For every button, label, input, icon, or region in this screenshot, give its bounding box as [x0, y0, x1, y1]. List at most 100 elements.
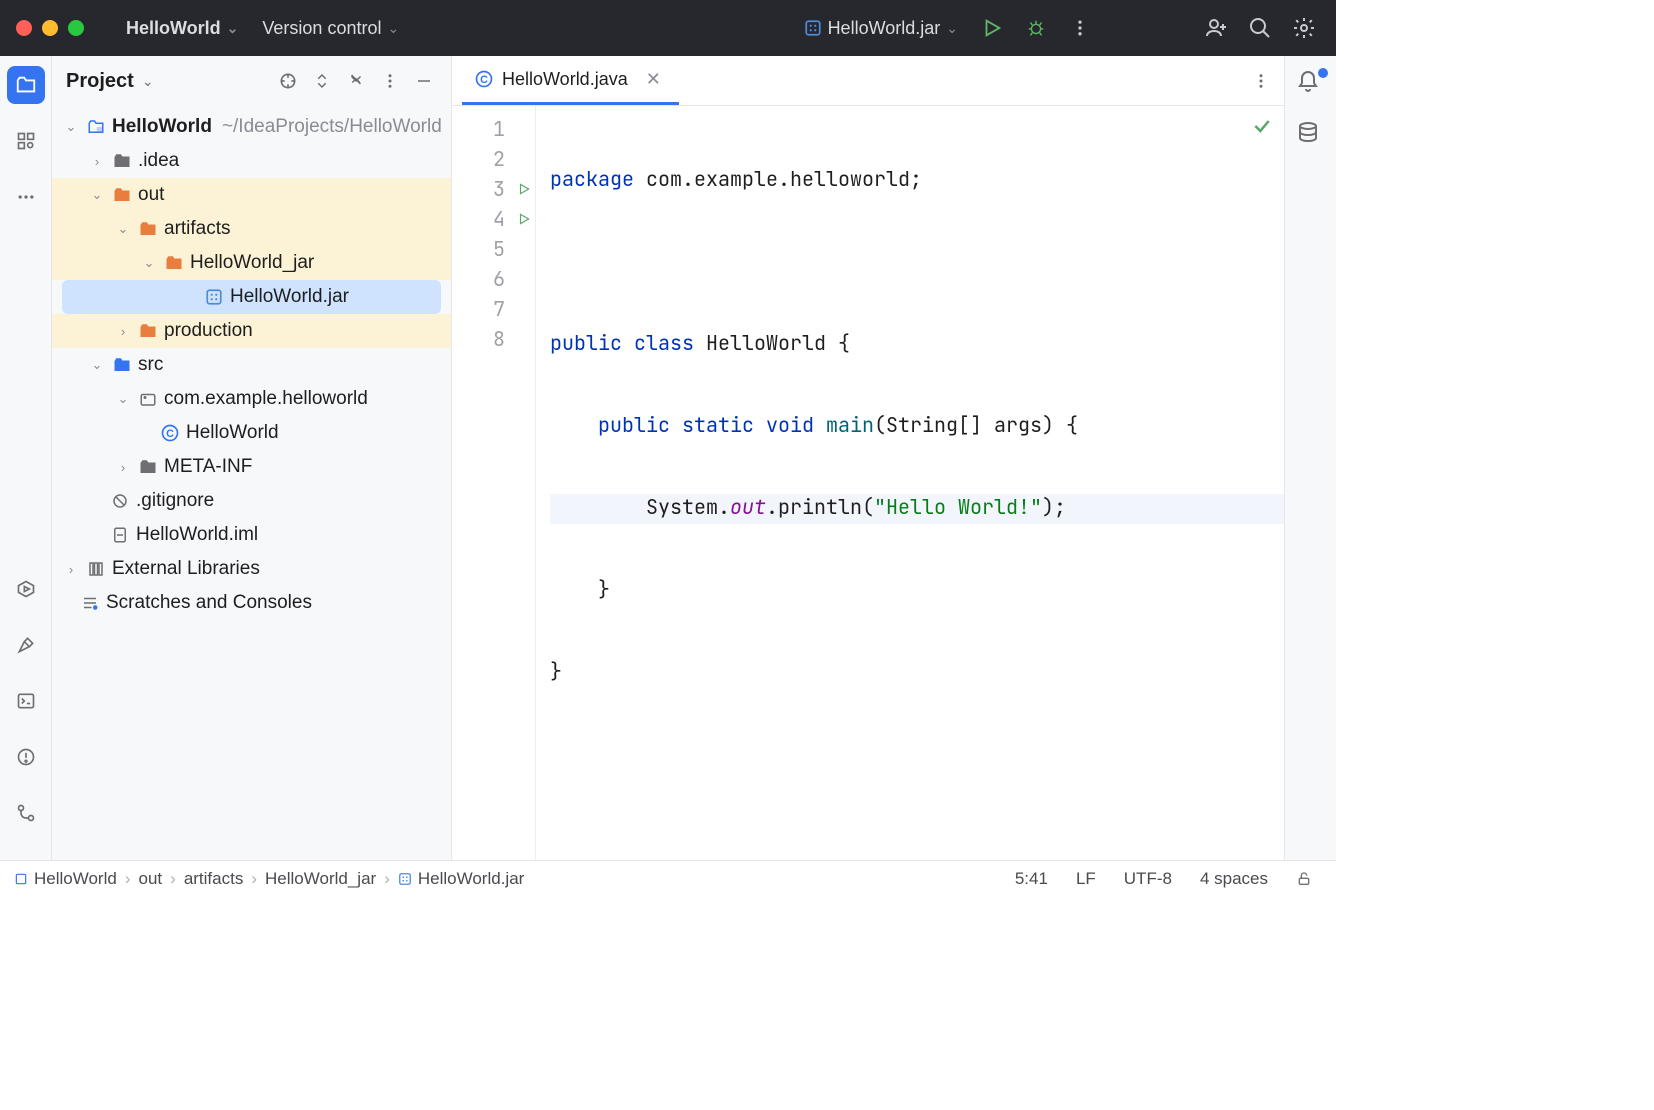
- close-tab-button[interactable]: ✕: [640, 69, 667, 90]
- select-opened-file-button[interactable]: [275, 68, 301, 94]
- tree-iml[interactable]: HelloWorld.iml: [52, 518, 451, 552]
- breadcrumb-separator: ›: [384, 869, 390, 889]
- chevron-down-icon[interactable]: ⌄: [142, 73, 154, 90]
- cursor-position[interactable]: 5:41: [1005, 869, 1058, 889]
- breadcrumb-item[interactable]: artifacts: [184, 869, 244, 889]
- breadcrumb-item[interactable]: out: [139, 869, 163, 889]
- folder-icon: [112, 151, 132, 171]
- crumb-label: out: [139, 869, 163, 889]
- line-number: 6: [452, 264, 535, 294]
- expand-icon: ›: [114, 460, 132, 475]
- tree-label: production: [164, 320, 253, 342]
- folder-icon: [138, 219, 158, 239]
- debug-button[interactable]: [1020, 12, 1052, 44]
- tab-helloworld-java[interactable]: C HelloWorld.java ✕: [462, 56, 679, 105]
- file-icon: [110, 525, 130, 545]
- titlebar: HelloWorld ⌄ Version control ⌄ HelloWorl…: [0, 0, 1336, 56]
- line-number: 8: [452, 324, 535, 354]
- tree-root[interactable]: ⌄ HelloWorld ~/IdeaProjects/HelloWorld: [52, 110, 451, 144]
- terminal-tool-button[interactable]: [7, 682, 45, 720]
- indent-setting[interactable]: 4 spaces: [1190, 869, 1278, 889]
- run-button[interactable]: [976, 12, 1008, 44]
- breadcrumb-item[interactable]: HelloWorld_jar: [265, 869, 376, 889]
- editor-tabs: C HelloWorld.java ✕: [452, 56, 1284, 106]
- sidebar-title: Project: [66, 70, 134, 93]
- code-body[interactable]: package com.example.helloworld; public c…: [536, 106, 1284, 860]
- expand-icon: ⌄: [88, 357, 106, 373]
- svg-text:C: C: [480, 74, 488, 86]
- tree-label: src: [138, 354, 163, 376]
- jar-icon: [204, 287, 224, 307]
- close-window[interactable]: [16, 20, 32, 36]
- tree-hwjar-folder[interactable]: ⌄ HelloWorld_jar: [52, 246, 451, 280]
- code-with-me-button[interactable]: [1200, 12, 1232, 44]
- module-icon: [86, 117, 106, 137]
- expand-icon: ⌄: [88, 187, 106, 203]
- tree-label: .gitignore: [136, 490, 214, 512]
- ignore-icon: [110, 491, 130, 511]
- folder-icon: [164, 253, 184, 273]
- project-tool-button[interactable]: [7, 66, 45, 104]
- database-tool-button[interactable]: [1296, 120, 1326, 150]
- problems-tool-button[interactable]: [7, 738, 45, 776]
- expand-icon: ›: [88, 154, 106, 169]
- line-separator[interactable]: LF: [1066, 869, 1106, 889]
- more-tools-button[interactable]: [7, 178, 45, 216]
- tree-idea[interactable]: › .idea: [52, 144, 451, 178]
- structure-tool-button[interactable]: [7, 122, 45, 160]
- line-number: 2: [452, 144, 535, 174]
- hide-sidebar-button[interactable]: [411, 68, 437, 94]
- tree-production[interactable]: › production: [52, 314, 451, 348]
- breadcrumb-item[interactable]: HelloWorld.jar: [398, 869, 524, 889]
- module-icon: [14, 872, 28, 886]
- run-config-dropdown[interactable]: HelloWorld.jar ⌄: [798, 14, 964, 43]
- tree-label: HelloWorld: [186, 422, 279, 444]
- expand-icon: ⌄: [140, 255, 158, 271]
- tree-external-libs[interactable]: › External Libraries: [52, 552, 451, 586]
- crumb-label: HelloWorld_jar: [265, 869, 376, 889]
- breadcrumb-item[interactable]: HelloWorld: [14, 869, 117, 889]
- notifications-button[interactable]: [1296, 70, 1326, 100]
- maximize-window[interactable]: [68, 20, 84, 36]
- line-number: 5: [452, 234, 535, 264]
- tree-artifacts[interactable]: ⌄ artifacts: [52, 212, 451, 246]
- tree-out[interactable]: ⌄ out: [52, 178, 451, 212]
- expand-collapse-button[interactable]: [309, 68, 335, 94]
- project-dropdown[interactable]: HelloWorld ⌄: [120, 14, 244, 43]
- readonly-toggle[interactable]: [1286, 871, 1322, 887]
- expand-icon: ›: [62, 562, 80, 577]
- sidebar-options-button[interactable]: [377, 68, 403, 94]
- vcs-tool-button[interactable]: [7, 794, 45, 832]
- file-encoding[interactable]: UTF-8: [1114, 869, 1182, 889]
- more-actions-button[interactable]: [1064, 12, 1096, 44]
- vcs-dropdown[interactable]: Version control ⌄: [256, 14, 405, 43]
- editor-options-button[interactable]: [1248, 68, 1274, 94]
- tree-label: out: [138, 184, 164, 206]
- settings-button[interactable]: [1288, 12, 1320, 44]
- inspection-ok-icon[interactable]: [1252, 116, 1272, 136]
- chevron-down-icon: ⌄: [946, 20, 958, 37]
- tree-label: HelloWorld_jar: [190, 252, 314, 274]
- tree-package[interactable]: ⌄ com.example.helloworld: [52, 382, 451, 416]
- tree-label: artifacts: [164, 218, 231, 240]
- library-icon: [86, 559, 106, 579]
- folder-icon: [112, 355, 132, 375]
- breadcrumb-separator: ›: [170, 869, 176, 889]
- collapse-all-button[interactable]: [343, 68, 369, 94]
- tree-scratches[interactable]: Scratches and Consoles: [52, 586, 451, 620]
- tree-src[interactable]: ⌄ src: [52, 348, 451, 382]
- services-tool-button[interactable]: [7, 570, 45, 608]
- code-editor[interactable]: 1 2 3 4 5 6 7 8 package com.example.hell…: [452, 106, 1284, 860]
- tree-hwjar-file[interactable]: HelloWorld.jar: [62, 280, 441, 314]
- minimize-window[interactable]: [42, 20, 58, 36]
- search-everywhere-button[interactable]: [1244, 12, 1276, 44]
- tree-gitignore[interactable]: .gitignore: [52, 484, 451, 518]
- run-line-icon[interactable]: [517, 212, 531, 226]
- tree-metainf[interactable]: › META-INF: [52, 450, 451, 484]
- tree-path: ~/IdeaProjects/HelloWorld: [222, 116, 442, 138]
- tree-class[interactable]: C HelloWorld: [52, 416, 451, 450]
- editor-area: C HelloWorld.java ✕ 1 2 3 4 5 6 7 8: [452, 56, 1336, 860]
- run-line-icon[interactable]: [517, 182, 531, 196]
- build-tool-button[interactable]: [7, 626, 45, 664]
- expand-icon: ⌄: [62, 119, 80, 135]
